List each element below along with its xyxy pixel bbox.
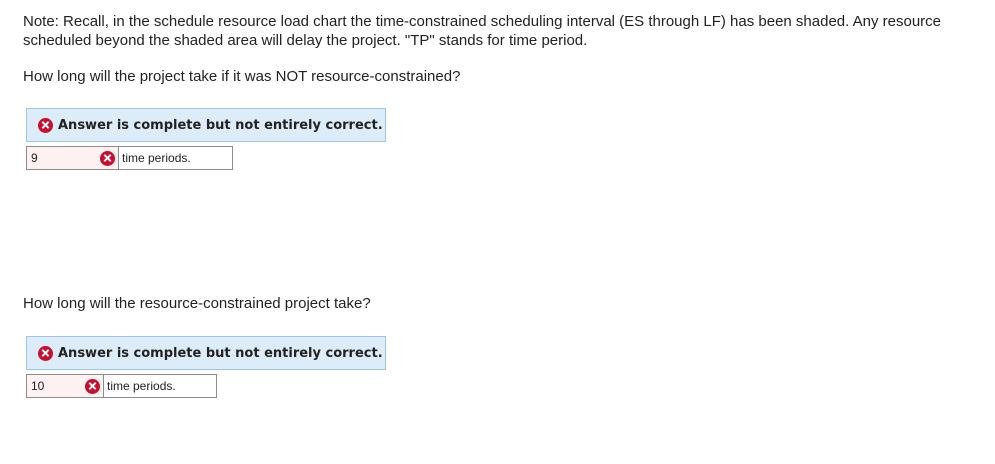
incorrect-icon (38, 117, 53, 133)
question-1-feedback-banner: Answer is complete but not entirely corr… (26, 108, 386, 142)
question-1-prompt: How long will the project take if it was… (23, 68, 461, 85)
question-2-feedback-banner: Answer is complete but not entirely corr… (26, 336, 386, 370)
incorrect-icon (100, 150, 115, 166)
question-1-answer-input[interactable]: 9 (27, 147, 119, 169)
question-2-prompt: How long will the resource-constrained p… (23, 295, 371, 312)
feedback-text: Answer is complete but not entirely corr… (58, 345, 383, 361)
question-2-answer-input[interactable]: 10 (27, 375, 104, 397)
question-2-answer-row: 10 time periods. (26, 374, 217, 398)
incorrect-icon (85, 378, 100, 394)
feedback-text: Answer is complete but not entirely corr… (58, 117, 383, 133)
instruction-note: Note: Recall, in the schedule resource l… (23, 13, 942, 49)
incorrect-icon (38, 345, 53, 361)
unit-label: time periods. (107, 379, 176, 393)
answer-value: 9 (31, 151, 38, 165)
unit-label: time periods. (122, 151, 191, 165)
answer-value: 10 (31, 379, 45, 393)
question-1-answer-row: 9 time periods. (26, 146, 233, 170)
